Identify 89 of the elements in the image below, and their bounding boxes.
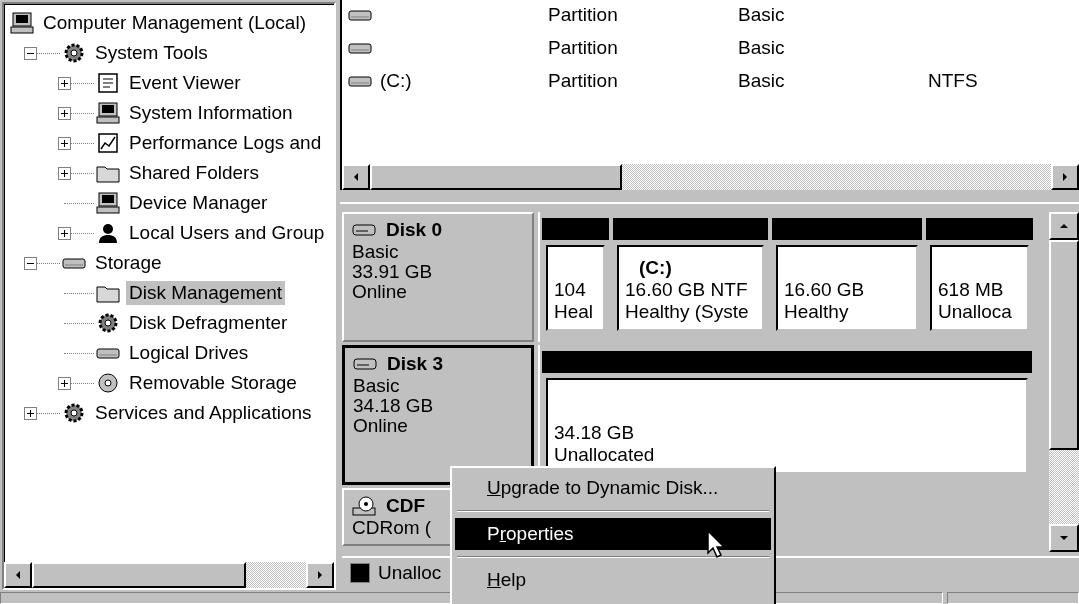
tree-item[interactable]: Performance Logs and (126, 131, 325, 155)
partition-status: Healthy (Syste (625, 301, 750, 323)
tree-item[interactable]: Computer Management (Local) (40, 11, 309, 35)
plus-icon (60, 108, 69, 118)
disk-name: CDF (386, 496, 426, 516)
partition-status: Healthy (784, 301, 850, 323)
scroll-up-button[interactable] (1049, 212, 1079, 240)
collapse-button[interactable] (24, 46, 37, 60)
tree-item[interactable]: Shared Folders (126, 161, 262, 185)
tree-item[interactable]: System Tools (92, 41, 211, 65)
tree-item[interactable]: Removable Storage (126, 371, 300, 395)
tree-item[interactable]: System Information (126, 101, 296, 125)
chart-icon (96, 132, 120, 154)
disk-size: 33.91 GB (352, 262, 433, 282)
type-cell-text: Basic (738, 36, 786, 59)
disk-status: Online (353, 416, 408, 436)
left-arrow-icon (14, 570, 22, 580)
scroll-right-button[interactable] (306, 562, 334, 588)
disk-name: Disk 0 (386, 220, 442, 240)
expand-button[interactable] (24, 406, 37, 420)
expand-button[interactable] (58, 106, 71, 120)
plus-icon (26, 408, 35, 418)
computer-icon (96, 192, 120, 214)
partition-size: 34.18 GB (554, 422, 636, 444)
disk-type: Basic (352, 242, 399, 262)
gear-icon (62, 42, 86, 64)
tree-item[interactable]: Event Viewer (126, 71, 244, 95)
legend-label: Unalloc (378, 562, 442, 584)
collapse-button[interactable] (24, 256, 37, 270)
disk-header[interactable]: Disk 0 Basic 33.91 GB Online (342, 212, 534, 342)
scroll-left-button[interactable] (4, 562, 32, 588)
partition-size: 16.60 GB (784, 279, 866, 301)
tree-item[interactable]: Logical Drives (126, 341, 252, 365)
plus-icon (60, 228, 69, 238)
tree-item[interactable]: Services and Applications (92, 401, 315, 425)
layout-cell-text: Partition (548, 36, 619, 59)
type-cell-text: Basic (738, 3, 786, 26)
right-arrow-icon (1061, 172, 1069, 183)
scrollbar-thumb[interactable] (1049, 240, 1079, 451)
gear-icon (96, 312, 120, 334)
scroll-right-button[interactable] (1051, 164, 1079, 191)
expand-button[interactable] (58, 376, 71, 390)
layout-cell-text: Partition (548, 69, 619, 92)
plus-icon (60, 138, 69, 148)
computer-icon (10, 12, 34, 34)
tree-item[interactable]: Storage (92, 251, 165, 275)
disk-status: Online (352, 282, 407, 302)
document-icon (96, 72, 120, 94)
scroll-left-button[interactable] (342, 164, 370, 191)
scrollbar-thumb[interactable] (370, 164, 622, 191)
expand-button[interactable] (58, 136, 71, 150)
gear-icon (62, 402, 86, 424)
cd-drive-icon (352, 496, 376, 516)
partition-status: Heal (554, 301, 595, 323)
plus-icon (60, 78, 69, 88)
menu-item[interactable]: Help (455, 564, 771, 596)
partition-status: Unalloca (938, 301, 1013, 323)
right-arrow-icon (316, 570, 324, 580)
disc-icon (96, 372, 120, 394)
partition-size: 16.60 GB NTF (625, 279, 749, 301)
partition-size: 104 (554, 279, 587, 301)
type-cell-text: Basic (738, 69, 786, 92)
disk-name: Disk 3 (387, 354, 443, 374)
partition-label: (C:) (638, 257, 673, 279)
tree-item[interactable]: Device Manager (126, 191, 271, 215)
volume-name: (C:) (380, 69, 412, 92)
tree-item[interactable]: Disk Defragmenter (126, 311, 291, 335)
file-system-cell: NTFS (928, 69, 978, 92)
up-arrow-icon (1060, 221, 1068, 231)
scrollbar-thumb[interactable] (32, 562, 246, 588)
expand-button[interactable] (58, 166, 71, 180)
tree-item[interactable]: Disk Management (126, 281, 286, 305)
plus-icon (60, 168, 69, 178)
tree-item[interactable]: Local Users and Group (126, 221, 328, 245)
partition-size: 618 MB (938, 279, 1005, 301)
plus-icon (60, 378, 69, 388)
disk-type: Basic (353, 376, 400, 396)
left-arrow-icon (352, 172, 360, 183)
disk-size: 34.18 GB (353, 396, 434, 416)
layout-cell-text: Partition (548, 3, 619, 26)
computer-icon (96, 102, 120, 124)
expand-button[interactable] (58, 226, 71, 240)
person-icon (96, 222, 120, 244)
expand-button[interactable] (58, 76, 71, 90)
disk-type: CDRom ( (352, 518, 432, 538)
menu-item[interactable]: Properties (455, 518, 771, 550)
partition-status: Unallocated (554, 444, 656, 466)
scroll-down-button[interactable] (1049, 524, 1079, 552)
down-arrow-icon (1060, 533, 1068, 543)
